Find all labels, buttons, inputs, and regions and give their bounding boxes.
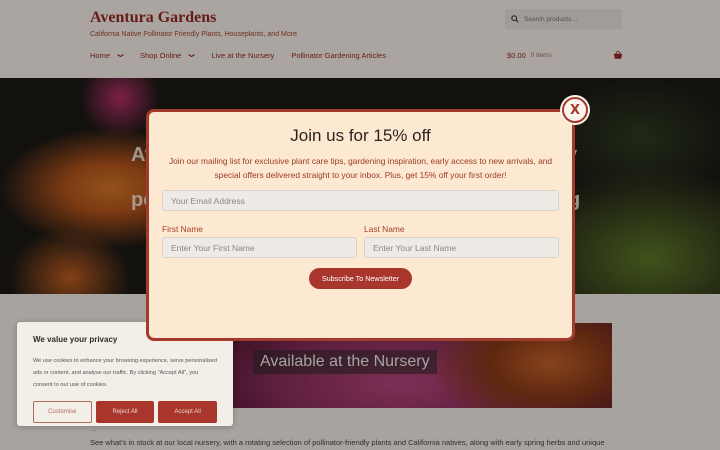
close-icon[interactable]: X	[562, 97, 588, 123]
email-field[interactable]	[162, 190, 559, 211]
last-name-label: Last Name	[364, 224, 405, 234]
modal-title: Join us for 15% off	[290, 126, 431, 145]
accept-all-button[interactable]: Accept All	[158, 401, 218, 423]
customise-button[interactable]: Customise	[33, 401, 92, 423]
cookie-text: We use cookies to enhance your browsing …	[33, 358, 217, 388]
last-name-input[interactable]	[373, 242, 558, 253]
first-name-input[interactable]	[171, 242, 356, 253]
first-name-field[interactable]	[162, 237, 357, 258]
cookie-buttons: Customise Reject All Accept All	[33, 401, 218, 423]
email-input[interactable]	[171, 195, 558, 206]
first-name-label: First Name	[162, 224, 203, 234]
newsletter-modal: Join us for 15% off Join our mailing lis…	[146, 109, 575, 341]
subscribe-button[interactable]: Subscribe To Newsletter	[309, 268, 412, 289]
reject-all-button[interactable]: Reject All	[95, 401, 155, 423]
last-name-field[interactable]	[364, 237, 559, 258]
modal-description: Join our mailing list for exclusive plan…	[168, 156, 553, 180]
